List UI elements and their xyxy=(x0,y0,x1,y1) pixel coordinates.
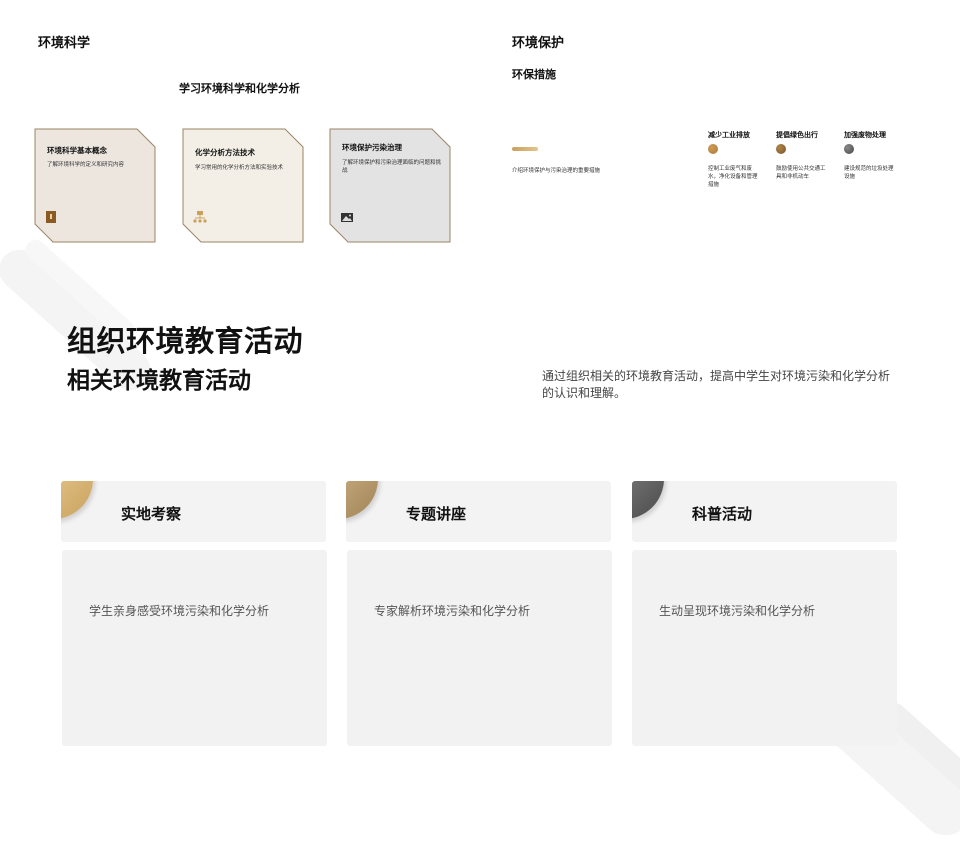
measure-title: 减少工业排放 xyxy=(708,131,750,139)
measure-dot xyxy=(708,144,718,154)
card-title: 化学分析方法技术 xyxy=(195,148,255,157)
activity-header-field-trip[interactable]: 实地考察 xyxy=(61,481,326,542)
corner-accent xyxy=(61,481,93,519)
activity-desc: 生动呈现环境污染和化学分析 xyxy=(659,604,816,618)
analysis-card[interactable]: 化学分析方法技术 学习常用的化学分析方法和实验技术 xyxy=(182,128,304,243)
hierarchy-icon xyxy=(193,211,207,223)
image-icon xyxy=(341,213,353,222)
measure-title: 提倡绿色出行 xyxy=(776,131,818,139)
card-shape xyxy=(182,128,304,243)
accent-bar xyxy=(512,147,538,151)
corner-accent xyxy=(632,481,664,519)
activity-title: 专题讲座 xyxy=(406,505,467,523)
measure-title: 加强废物处理 xyxy=(844,131,886,139)
activity-body: 专家解析环境污染和化学分析 xyxy=(347,550,612,746)
card-desc: 学习常用的化学分析方法和实验技术 xyxy=(195,165,284,171)
activity-body: 学生亲身感受环境污染和化学分析 xyxy=(62,550,327,746)
activity-header-science[interactable]: 科普活动 xyxy=(632,481,897,542)
card-title: 环境科学基本概念 xyxy=(47,146,107,155)
activity-desc: 专家解析环境污染和化学分析 xyxy=(374,604,531,618)
slide-right-intro: 介绍环境保护与污染治理的重要措施 xyxy=(512,168,601,174)
card-desc: 了解环境科学的定义和研究内容 xyxy=(47,162,125,168)
slide-right-heading: 环境保护 xyxy=(512,36,565,51)
card-title: 环境保护污染治理 xyxy=(342,143,402,152)
slide-right-subheading: 环保措施 xyxy=(512,68,556,81)
measure-desc: 控制工业废气和废水，净化设备和管理措施 xyxy=(708,166,758,188)
concept-card[interactable]: 环境科学基本概念 了解环境科学的定义和研究内容 xyxy=(34,128,156,243)
document-icon xyxy=(46,211,56,223)
card-desc: 了解环境保护和污染治理面临的问题和挑战 xyxy=(342,160,442,174)
activity-title: 实地考察 xyxy=(121,505,182,523)
protection-card[interactable]: 环境保护污染治理 了解环境保护和污染治理面临的问题和挑战 xyxy=(329,128,451,243)
measure-desc: 建设规范的垃圾处理设施 xyxy=(844,166,894,180)
bottom-subtitle: 相关环境教育活动 xyxy=(67,368,251,394)
bottom-lead: 通过组织相关的环境教育活动，提高中学生对环境污染和化学分析的认识和理解。 xyxy=(542,369,891,400)
slide-left-subtitle: 学习环境科学和化学分析 xyxy=(179,82,300,95)
measure-dot xyxy=(776,144,786,154)
bottom-title: 组织环境教育活动 xyxy=(67,324,304,358)
measure-desc: 鼓励使用公共交通工具和非机动车 xyxy=(776,166,826,180)
corner-accent xyxy=(346,481,378,519)
activity-body: 生动呈现环境污染和化学分析 xyxy=(632,550,897,746)
activity-header-lecture[interactable]: 专题讲座 xyxy=(346,481,611,542)
measure-dot xyxy=(844,144,854,154)
activity-desc: 学生亲身感受环境污染和化学分析 xyxy=(89,604,270,618)
activity-title: 科普活动 xyxy=(692,505,753,523)
slide-left-heading: 环境科学 xyxy=(38,36,91,51)
